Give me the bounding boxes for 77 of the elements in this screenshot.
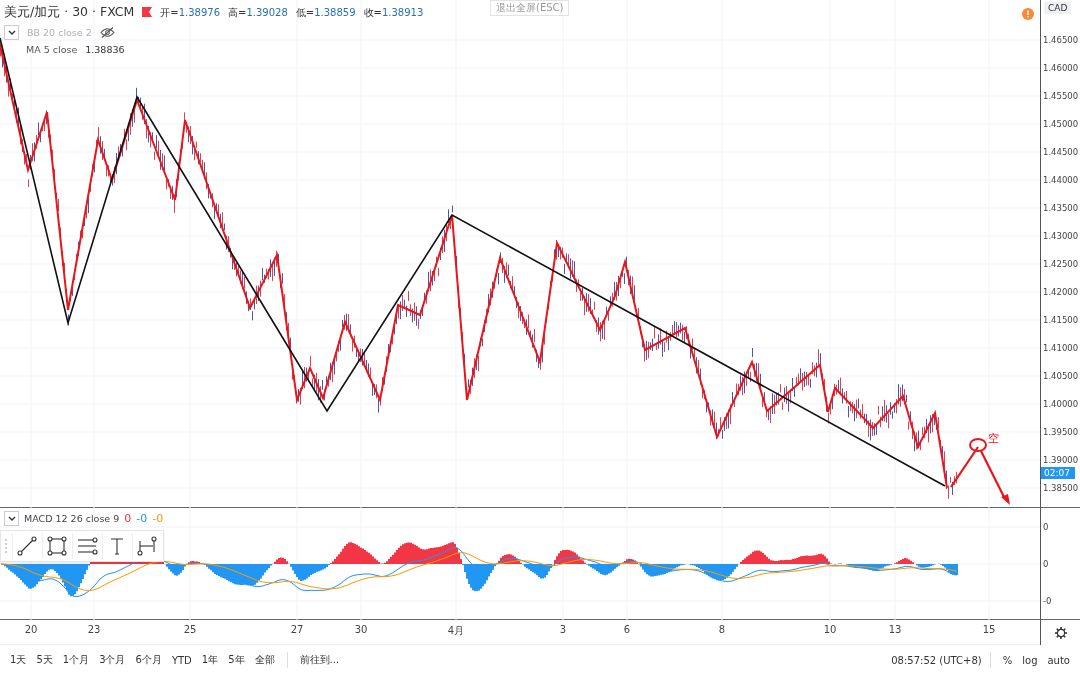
date-label: 4月 — [447, 624, 465, 638]
clock-text: 08:57:52 (UTC+8) — [891, 654, 982, 666]
date-label: 25 — [183, 624, 197, 635]
range-button[interactable]: 全部 — [250, 651, 279, 669]
goto-button[interactable]: 前往到... — [295, 651, 344, 669]
price-label: 1.42000 — [1043, 287, 1079, 297]
indicator-value: 0 — [124, 512, 132, 525]
collapse-button[interactable] — [4, 25, 19, 40]
indicator-value: -0 — [152, 512, 164, 525]
symbol-title: 美元/加元 · 30 · FXCM — [4, 4, 135, 21]
price-label: 1.41000 — [1043, 343, 1079, 353]
range-button[interactable]: 3个月 — [95, 651, 130, 669]
price-label: 1.43500 — [1043, 203, 1079, 213]
macd-axis-label: 0 — [1043, 559, 1049, 569]
indicator-label: MA 5 close — [26, 44, 78, 55]
range-button[interactable]: 1天 — [6, 651, 31, 669]
ohlc-value: 低=1.38859 — [295, 5, 356, 20]
price-label: 1.46000 — [1043, 63, 1079, 73]
price-label: 1.42500 — [1043, 259, 1079, 269]
rectangle-tool-icon — [45, 535, 68, 557]
date-label: 23 — [87, 624, 101, 635]
range-button[interactable]: 6个月 — [131, 651, 166, 669]
macd-axis-label: 0 — [1043, 522, 1049, 532]
price-label: 1.39000 — [1043, 455, 1079, 465]
indicator-value: -0 — [136, 512, 148, 525]
ohlc-value: 高=1.39028 — [228, 5, 288, 20]
indicator-label: BB 20 close 2 — [27, 27, 92, 38]
drag-handle-icon[interactable] — [4, 539, 8, 553]
ohlc-value: 收=1.38913 — [363, 5, 424, 20]
date-label: 6 — [623, 624, 631, 635]
settings-icon[interactable] — [1053, 625, 1068, 640]
price-label: 1.45500 — [1043, 91, 1079, 101]
rectangle-tool[interactable] — [42, 533, 70, 559]
date-label: 27 — [290, 624, 304, 635]
date-label: 13 — [888, 624, 902, 635]
scale-option[interactable]: % — [998, 652, 1017, 668]
flag-icon[interactable] — [142, 7, 153, 18]
line-tool-icon — [15, 535, 38, 557]
range-button[interactable]: 5年 — [224, 651, 249, 669]
indicator-value: 1.38836 — [85, 44, 125, 55]
line-tool[interactable] — [12, 533, 40, 559]
range-button[interactable]: 1年 — [197, 651, 223, 669]
range-tool-icon — [135, 535, 158, 557]
price-label: 1.39500 — [1043, 427, 1079, 437]
date-label: 20 — [24, 624, 38, 635]
date-label: 8 — [718, 624, 726, 635]
price-label: 1.44000 — [1043, 175, 1079, 185]
collapse-button[interactable] — [4, 511, 19, 526]
macd-axis-label: -0 — [1043, 596, 1052, 606]
range-button[interactable]: 1个月 — [58, 651, 94, 669]
range-button[interactable]: YTD — [167, 652, 196, 668]
date-label: 15 — [982, 624, 996, 635]
price-label: 1.43000 — [1043, 231, 1079, 241]
indicator-label: MACD 12 26 close 9 — [24, 513, 120, 524]
price-label: 1.44500 — [1043, 147, 1079, 157]
range-button[interactable]: 5天 — [32, 651, 57, 669]
currency-label[interactable]: CAD — [1044, 2, 1072, 14]
date-label: 10 — [823, 624, 837, 635]
price-label: 1.46500 — [1043, 35, 1079, 45]
eye-off-icon[interactable] — [99, 27, 115, 38]
price-label: 1.40000 — [1043, 399, 1079, 409]
date-label: 3 — [559, 624, 567, 635]
scale-option[interactable]: auto — [1043, 652, 1074, 668]
range-tool[interactable] — [132, 533, 160, 559]
price-label: 1.38500 — [1043, 483, 1079, 493]
chevron-down-icon — [7, 29, 16, 36]
date-label: 30 — [354, 624, 368, 635]
channel-tool[interactable] — [72, 533, 100, 559]
channel-tool-icon — [75, 535, 98, 557]
price-badge: 02:07 — [1041, 467, 1075, 479]
price-label: 1.40500 — [1043, 371, 1079, 381]
ohlc-value: 开=1.38976 — [160, 5, 221, 20]
price-label: 1.45000 — [1043, 119, 1079, 129]
price-label: 1.41500 — [1043, 315, 1079, 325]
chevron-down-icon — [7, 515, 16, 522]
scale-option[interactable]: log — [1018, 652, 1042, 668]
annotation-text[interactable]: 空 — [988, 432, 999, 445]
